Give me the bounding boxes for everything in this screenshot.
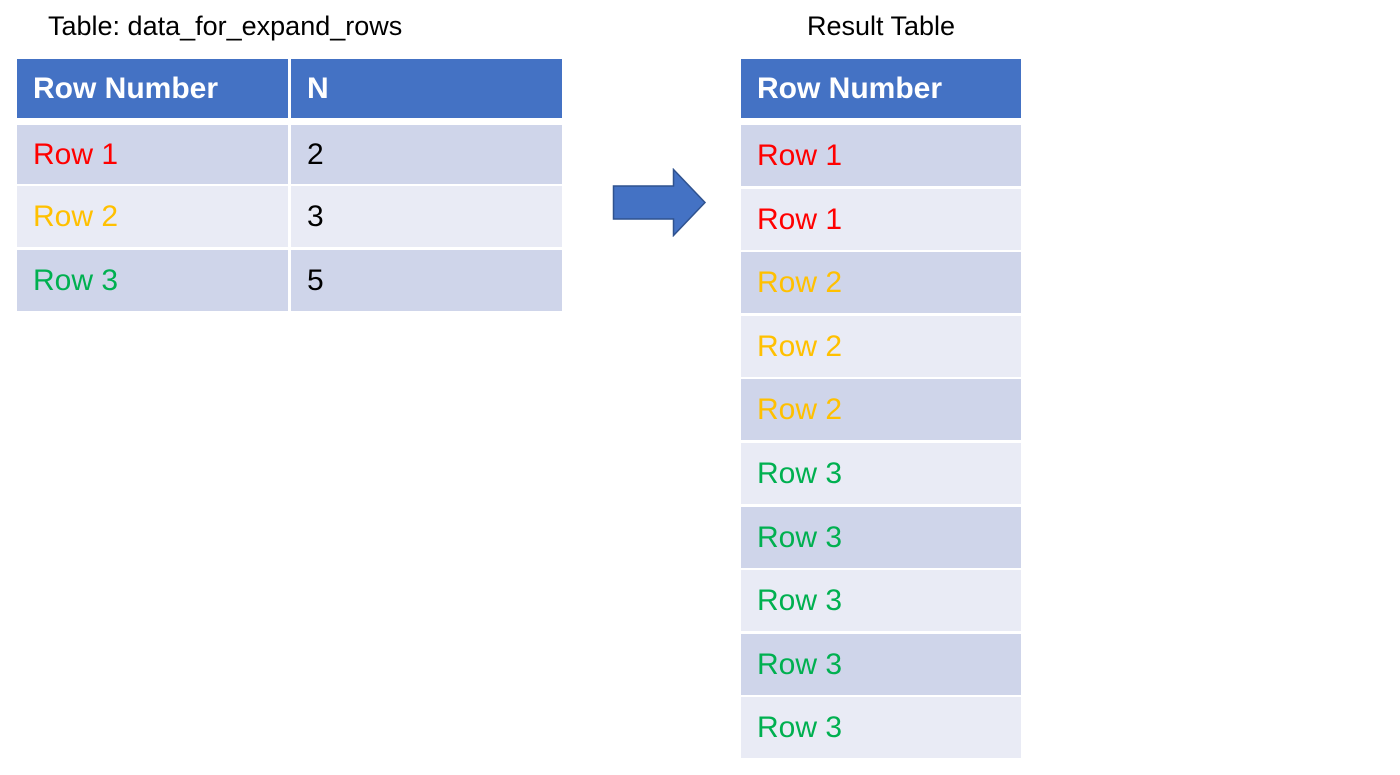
source-header-row-number: Row Number: [17, 59, 288, 118]
result-cell-row-number: Row 3: [741, 507, 1021, 568]
result-cell-row-number: Row 3: [741, 634, 1021, 695]
source-cell-n: 2: [291, 125, 562, 184]
source-cell-row-number: Row 2: [17, 186, 288, 247]
result-cell-row-number: Row 2: [741, 252, 1021, 313]
source-cell-row-number: Row 3: [17, 250, 288, 311]
right-arrow-icon: [612, 168, 707, 237]
source-cell-n: 3: [291, 186, 562, 247]
source-header-n: N: [291, 59, 562, 118]
result-cell-row-number: Row 2: [741, 379, 1021, 440]
source-table: Row Number N Row 1 2 Row 2 3 Row 35: [17, 59, 562, 311]
source-cell-n: 5: [291, 250, 562, 311]
result-table: Row Number Row 1 Row 1 Row 2 Row 2 Row 2 Row …: [741, 59, 1021, 758]
result-cell-row-number: Row 3: [741, 697, 1021, 758]
result-cell-row-number: Row 3: [741, 570, 1021, 631]
result-header-row-number: Row Number: [741, 59, 1021, 118]
result-cell-row-number: Row 1: [741, 125, 1021, 186]
source-cell-row-number: Row 1: [17, 125, 288, 184]
source-table-caption: Table: data_for_expand_rows: [48, 11, 403, 41]
result-cell-row-number: Row 1: [741, 189, 1021, 250]
result-cell-row-number: Row 3: [741, 443, 1021, 504]
result-table-caption: Result Table: [806, 11, 956, 41]
result-cell-row-number: Row 2: [741, 316, 1021, 377]
